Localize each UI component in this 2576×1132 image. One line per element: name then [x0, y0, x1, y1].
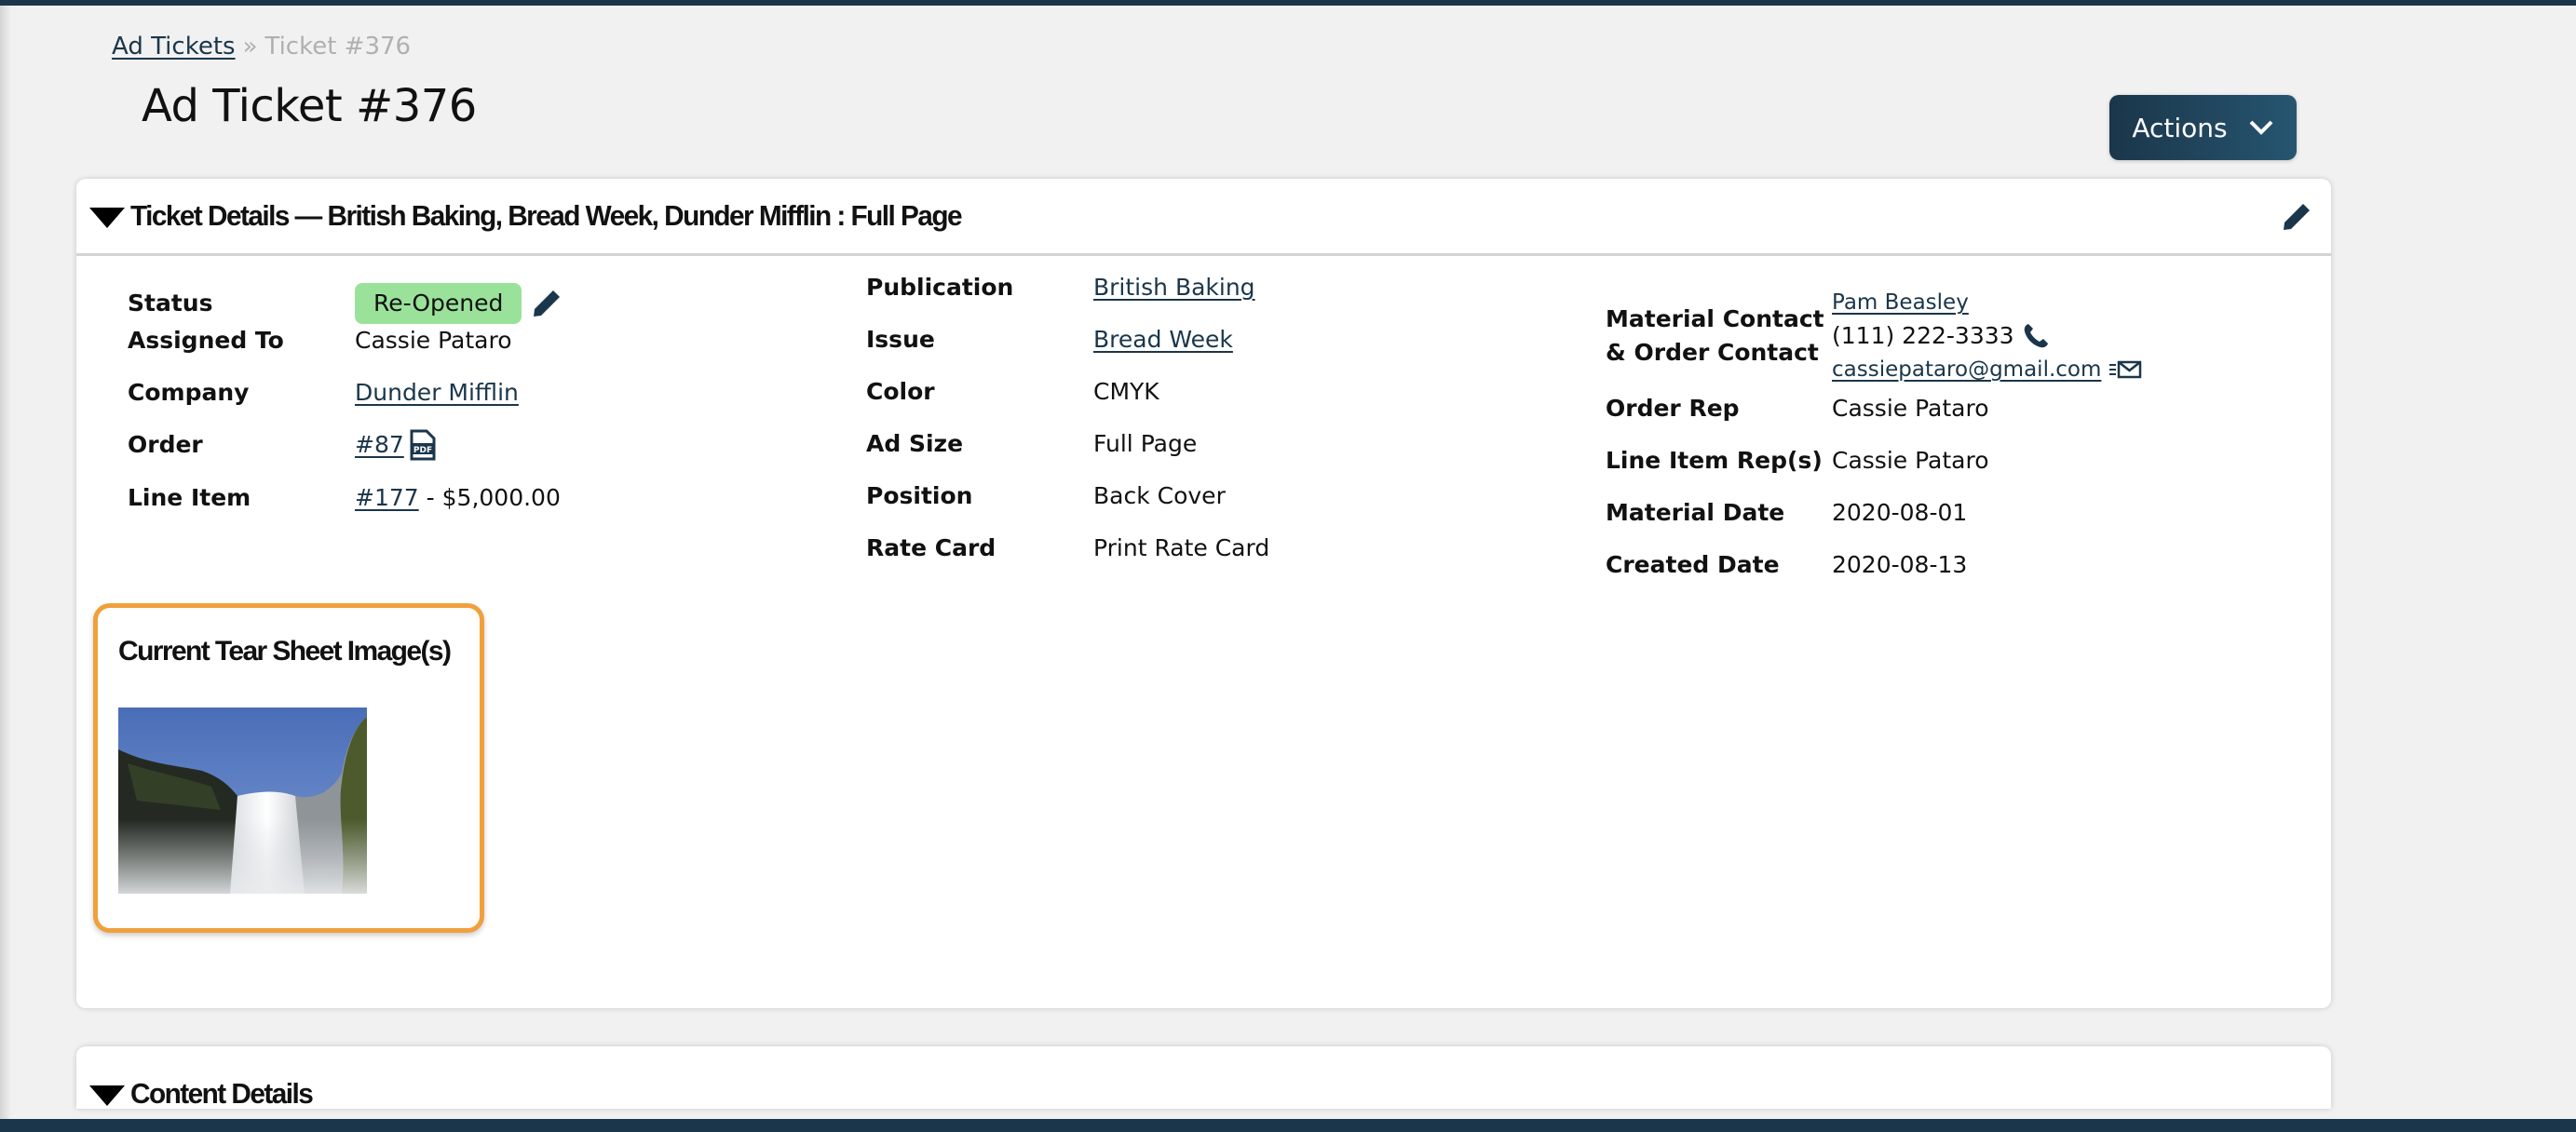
ad-size-value: Full Page [1093, 430, 1198, 457]
issue-label: Issue [866, 326, 935, 353]
contact-email-link[interactable]: cassiepataro@gmail.com [1832, 353, 2101, 386]
contact-name-link[interactable]: Pam Beasley [1832, 290, 1969, 315]
bottom-bar [0, 1119, 2576, 1132]
order-link[interactable]: #87 [355, 429, 404, 461]
breadcrumb-separator: » [242, 33, 258, 61]
line-item-amount: - $5,000.00 [426, 484, 561, 511]
content-details-header[interactable]: Content Details [76, 1046, 2331, 1109]
pencil-icon[interactable] [2281, 201, 2312, 233]
position-label: Position [866, 482, 973, 509]
contact-values: Pam Beasley (111) 222-3333 cassiepataro@… [1832, 286, 2142, 386]
created-date-label: Created Date [1606, 551, 1780, 578]
left-edge-shadow [0, 6, 11, 1119]
position-value: Back Cover [1093, 482, 1226, 509]
status-label: Status [128, 290, 213, 317]
breadcrumb-ad-tickets-link[interactable]: Ad Tickets [112, 33, 236, 61]
breadcrumb: Ad Tickets» Ticket #376 [112, 30, 411, 63]
company-link[interactable]: Dunder Mifflin [355, 377, 519, 409]
material-date-value: 2020-08-01 [1832, 499, 1968, 526]
status-badge: Re-Opened [355, 283, 522, 324]
publication-label: Publication [866, 274, 1014, 301]
content-details-title: Content Details [130, 1076, 314, 1110]
tear-sheet-image[interactable] [118, 708, 367, 894]
contact-phone: (111) 222-3333 [1832, 322, 2014, 349]
publication-link[interactable]: British Baking [1093, 272, 1255, 303]
pdf-icon[interactable]: PDF [410, 429, 436, 461]
collapse-caret-icon[interactable] [89, 208, 125, 228]
waterfall-photo [118, 708, 367, 894]
contact-label-line2: & Order Contact [1606, 339, 1819, 366]
page-title: Ad Ticket #376 [142, 80, 477, 132]
edit-status-pencil-icon[interactable] [531, 288, 563, 319]
rate-card-value: Print Rate Card [1093, 534, 1270, 561]
actions-button-label: Actions [2132, 112, 2228, 143]
rate-card-label: Rate Card [866, 534, 997, 561]
field-contact: Material Contact & Order Contact Pam Bea… [1606, 286, 2164, 390]
ad-size-label: Ad Size [866, 430, 964, 457]
material-date-label: Material Date [1606, 499, 1785, 526]
content-details-card: Content Details [76, 1046, 2331, 1109]
line-item-reps-label: Line Item Rep(s) [1606, 447, 1823, 474]
phone-icon[interactable] [2022, 322, 2050, 350]
color-value: CMYK [1093, 378, 1159, 405]
breadcrumb-current: Ticket #376 [264, 33, 412, 61]
tear-sheet-title: Current Tear Sheet Image(s) [118, 636, 452, 667]
ticket-details-header[interactable]: Ticket Details — British Baking, Bread W… [76, 179, 2331, 256]
line-item-link[interactable]: #177 [355, 482, 419, 514]
created-date-value: 2020-08-13 [1832, 551, 1968, 578]
contact-label: Material Contact & Order Contact [1606, 303, 1824, 370]
contact-label-line1: Material Contact [1606, 305, 1824, 332]
assigned-to-value: Cassie Pataro [355, 327, 512, 354]
top-bar [0, 0, 2576, 6]
send-email-icon[interactable] [2108, 359, 2142, 380]
company-label: Company [128, 379, 250, 406]
order-rep-value: Cassie Pataro [1832, 395, 1989, 422]
order-label: Order [128, 431, 203, 458]
chevron-down-icon [2249, 120, 2273, 135]
collapse-caret-icon[interactable] [89, 1085, 125, 1106]
line-item-label: Line Item [128, 484, 251, 511]
actions-dropdown-button[interactable]: Actions [2109, 95, 2297, 160]
issue-link[interactable]: Bread Week [1093, 324, 1233, 356]
tear-sheet-panel: Current Tear Sheet Image(s) [93, 603, 484, 933]
ticket-details-card: Ticket Details — British Baking, Bread W… [76, 179, 2331, 1008]
ticket-details-title: Ticket Details — British Baking, Bread W… [130, 199, 963, 232]
assigned-to-label: Assigned To [128, 327, 284, 354]
order-rep-label: Order Rep [1606, 395, 1740, 422]
color-label: Color [866, 378, 935, 405]
line-item-reps-value: Cassie Pataro [1832, 447, 1989, 474]
svg-text:PDF: PDF [414, 446, 432, 455]
